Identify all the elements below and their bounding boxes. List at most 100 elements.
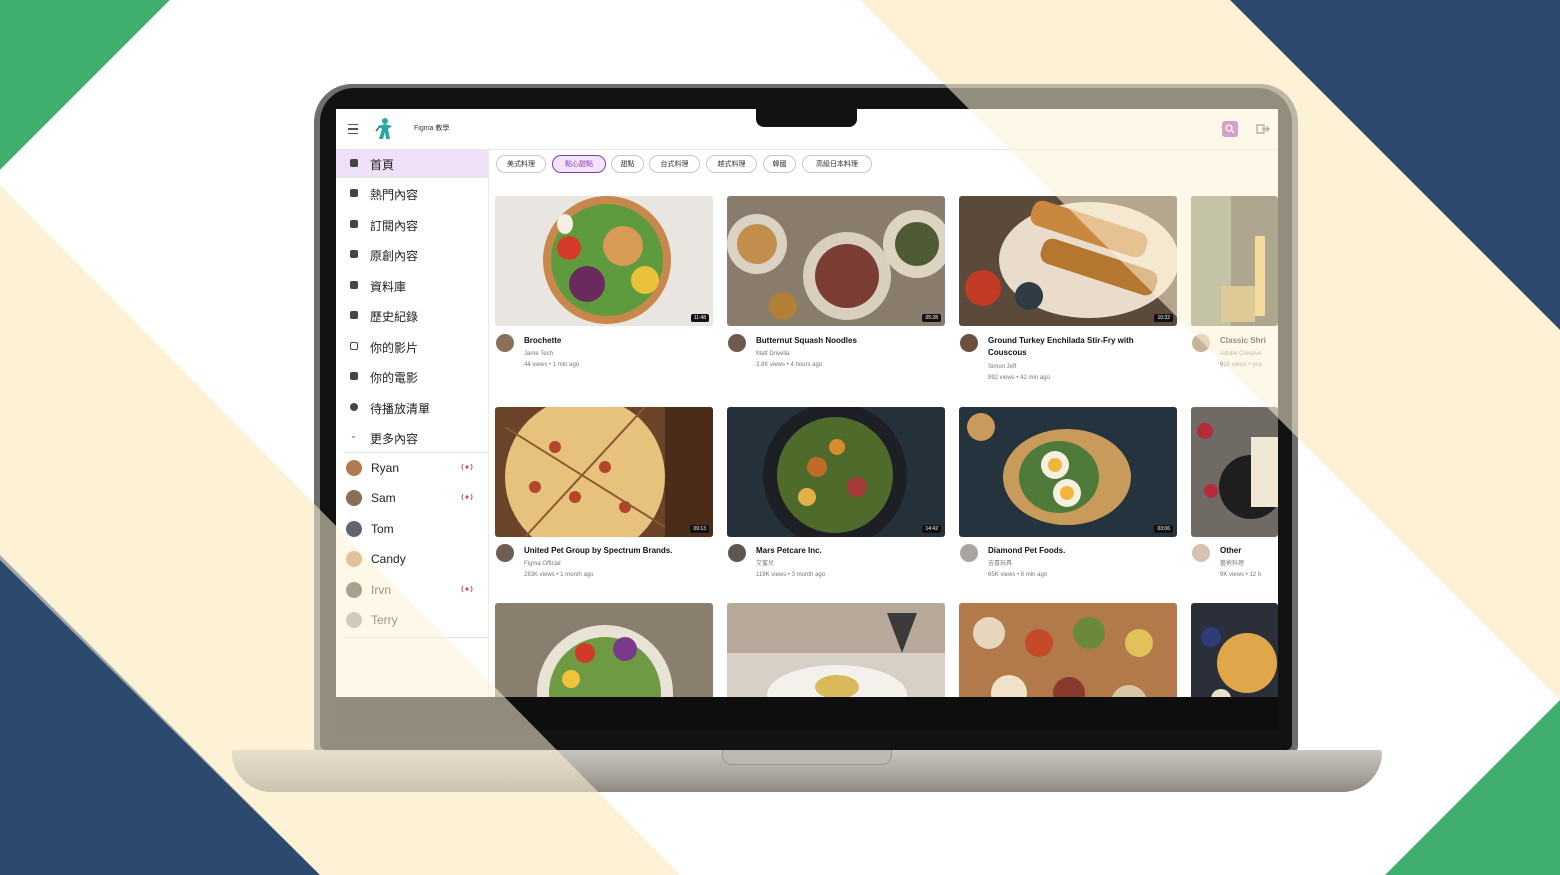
sidebar-item-home[interactable]: 首頁: [336, 150, 488, 178]
sidebar-item-label: 待播放清單: [370, 402, 431, 416]
avatar: [346, 582, 362, 598]
video-title[interactable]: Classic Shri: [1220, 335, 1278, 347]
video-title[interactable]: Brochette: [524, 335, 710, 347]
sidebar-item-your-videos[interactable]: 你的影片: [336, 333, 488, 361]
subscription-item[interactable]: Candy: [336, 546, 488, 574]
sidebar-item-show-more[interactable]: ⌄ 更多內容: [336, 424, 488, 452]
avatar: [346, 521, 362, 537]
pancakes-image: [1191, 603, 1278, 697]
channel-avatar[interactable]: [496, 334, 514, 352]
sidebar-divider: [344, 452, 488, 453]
chip-category[interactable]: 越式料理: [706, 155, 757, 173]
salad-image: [727, 407, 945, 537]
subscription-item[interactable]: Terry: [336, 607, 488, 635]
sidebar-item-label: 你的電影: [370, 371, 419, 385]
chevron-down-icon: ⌄: [350, 431, 357, 440]
video-thumbnail[interactable]: [495, 603, 713, 697]
channel-avatar[interactable]: [960, 334, 978, 352]
sidebar-item-watch-later[interactable]: 待播放清單: [336, 394, 488, 422]
veggie-bowl-image: [495, 603, 713, 697]
avatar: [346, 490, 362, 506]
history-icon: [350, 311, 358, 319]
logout-icon[interactable]: [1256, 122, 1270, 136]
sidebar-item-history[interactable]: 歷史紀錄: [336, 302, 488, 330]
subscription-item[interactable]: Tom: [336, 516, 488, 544]
video-thumbnail[interactable]: 09:13: [495, 407, 713, 537]
chip-category[interactable]: 美式料理: [496, 155, 546, 173]
video-thumbnail[interactable]: [1191, 407, 1278, 537]
fine-dining-image: [727, 603, 945, 697]
channel-avatar[interactable]: [728, 334, 746, 352]
movie-icon: [350, 372, 358, 380]
video-thumbnail[interactable]: 05:28: [727, 196, 945, 326]
sidebar-item-library[interactable]: 資料庫: [336, 272, 488, 300]
video-meta: 3.8K views • 4 hours ago: [756, 362, 823, 368]
sidebar-item-label: 首頁: [370, 158, 395, 172]
app-title: Figma 教學: [414, 125, 450, 132]
channel-avatar[interactable]: [1192, 544, 1210, 562]
video-channel[interactable]: Simon Jeff: [988, 362, 1016, 372]
video-channel[interactable]: Adobe Creative: [1220, 349, 1278, 359]
video-channel[interactable]: 吉喜玩具: [988, 559, 1012, 569]
sidebar-divider: [344, 637, 488, 638]
play-icon: [350, 342, 358, 350]
video-thumbnail[interactable]: [959, 603, 1177, 697]
subscription-item[interactable]: Sam: [336, 485, 488, 513]
chip-category-active[interactable]: 點心甜點: [552, 155, 606, 173]
channel-avatar[interactable]: [1192, 334, 1210, 352]
food-shrimp-image: [1191, 196, 1278, 326]
video-icon: [350, 250, 358, 258]
video-thumbnail[interactable]: 10:32: [959, 196, 1177, 326]
video-title[interactable]: Mars Petcare Inc.: [756, 545, 942, 557]
subscription-item[interactable]: Irvn: [336, 577, 488, 605]
subscription-name: Candy: [371, 552, 406, 566]
chip-category[interactable]: 高級日本料理: [802, 155, 872, 173]
video-thumbnail[interactable]: 03:06: [959, 407, 1177, 537]
screen-bottom-bezel: [336, 697, 1278, 730]
laptop-base-notch: [722, 750, 892, 765]
channel-avatar[interactable]: [496, 544, 514, 562]
video-channel[interactable]: 艾蜜兒: [756, 559, 774, 569]
video-thumbnail[interactable]: [727, 603, 945, 697]
fire-icon: [350, 189, 358, 197]
subscription-name: Terry: [371, 613, 398, 627]
video-thumbnail[interactable]: 14:42: [727, 407, 945, 537]
subscription-name: Irvn: [371, 583, 392, 597]
home-icon: [350, 159, 358, 167]
chip-category[interactable]: 台式料理: [649, 155, 700, 173]
chip-category[interactable]: 甜點: [611, 155, 644, 173]
video-meta: 9K views • 12 h: [1220, 572, 1262, 578]
video-channel[interactable]: Matt Drivella: [756, 349, 789, 359]
sidebar-item-trending[interactable]: 熱門內容: [336, 180, 488, 208]
video-title[interactable]: Ground Turkey Enchilada Stir-Fry with Co…: [988, 335, 1174, 359]
sidebar-item-your-movies[interactable]: 你的電影: [336, 363, 488, 391]
video-thumbnail[interactable]: [1191, 196, 1278, 326]
video-title[interactable]: Diamond Pet Foods.: [988, 545, 1174, 557]
food-bowl-image: [495, 196, 713, 326]
live-icon: [461, 585, 473, 593]
channel-avatar[interactable]: [960, 544, 978, 562]
video-channel[interactable]: Jame Tech: [524, 349, 553, 359]
video-duration: 10:32: [1154, 314, 1173, 322]
video-thumbnail[interactable]: [1191, 603, 1278, 697]
video-thumbnail[interactable]: 11:48: [495, 196, 713, 326]
video-meta: 119K views • 3 month ago: [756, 572, 826, 578]
video-title[interactable]: Butternut Squash Noodles: [756, 335, 942, 347]
avatar: [346, 612, 362, 628]
channel-avatar[interactable]: [728, 544, 746, 562]
subscription-item[interactable]: Ryan: [336, 455, 488, 483]
video-title[interactable]: United Pet Group by Spectrum Brands.: [524, 545, 710, 557]
figure-logo-icon[interactable]: [374, 117, 396, 141]
sidebar-item-originals[interactable]: 原創內容: [336, 241, 488, 269]
sidebar-item-label: 熱門內容: [370, 188, 419, 202]
chip-category[interactable]: 韓國: [763, 155, 796, 173]
laptop-screen: Figma 教學 首頁 熱門內容 訂閱內容 原創內容 資料庫 歷史紀錄 你的影片…: [336, 109, 1278, 697]
menu-icon[interactable]: [348, 124, 358, 134]
video-channel[interactable]: Figma Official: [524, 559, 561, 569]
food-spread-image: [959, 603, 1177, 697]
search-button[interactable]: [1222, 121, 1238, 137]
sidebar-item-subscriptions[interactable]: 訂閱內容: [336, 211, 488, 239]
video-channel[interactable]: 藝術料理: [1220, 559, 1278, 569]
video-title[interactable]: Other: [1220, 545, 1278, 557]
sidebar: 首頁 熱門內容 訂閱內容 原創內容 資料庫 歷史紀錄 你的影片 你的電影 待播放…: [336, 150, 489, 697]
